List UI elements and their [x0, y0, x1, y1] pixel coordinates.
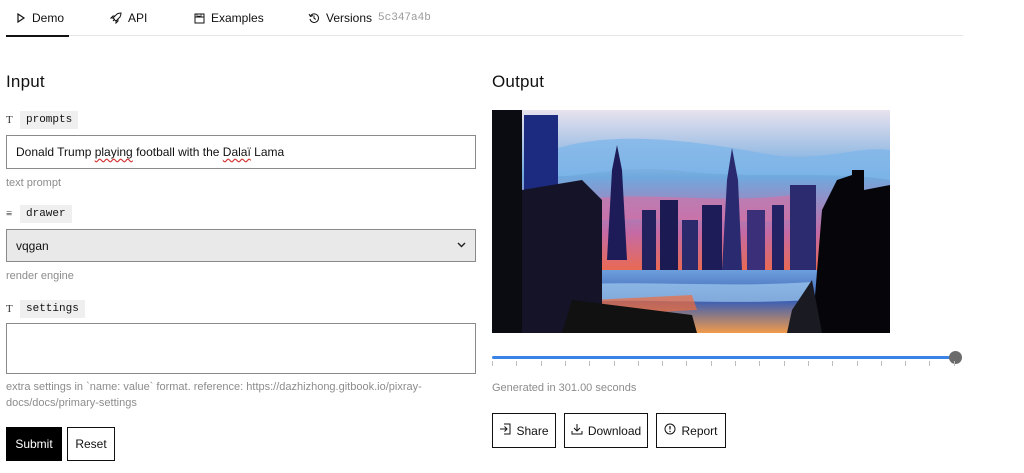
tab-label: API [128, 11, 148, 25]
share-icon [499, 423, 511, 438]
drawer-help: render engine [6, 270, 74, 282]
slider-tick [637, 361, 639, 366]
prompt-text: Donald Trump playing football with the D… [16, 145, 285, 159]
slider-tick [492, 361, 493, 366]
image-icon [194, 13, 205, 24]
submit-button[interactable]: Submit [6, 427, 62, 461]
input-heading: Input [6, 72, 45, 91]
slider-tick [880, 361, 882, 366]
slider-track[interactable] [492, 356, 954, 359]
slider-tick [516, 361, 518, 366]
slider-tick [589, 361, 591, 366]
list-type-icon: ≡ [6, 208, 13, 220]
text-type-icon: T [6, 114, 13, 126]
slider-tick [783, 361, 785, 366]
slider-tick [564, 361, 566, 366]
settings-label: T settings [6, 300, 85, 318]
text-type-icon: T [6, 303, 13, 315]
slider-tick [662, 361, 664, 366]
tab-bar: Demo API Examples Versions 5c347a4b [5, 0, 963, 37]
settings-input[interactable] [6, 323, 476, 374]
prompts-input[interactable]: Donald Trump playing football with the D… [6, 135, 476, 169]
slider-ticks [492, 361, 957, 369]
tab-label: Versions [326, 11, 373, 25]
slider-tick [710, 361, 712, 366]
share-label: Share [516, 423, 549, 438]
report-label: Report [681, 423, 718, 438]
tab-demo[interactable]: Demo [5, 0, 70, 37]
slider-tick [832, 361, 834, 366]
slider-tick [759, 361, 761, 366]
download-icon [571, 423, 583, 438]
reset-button[interactable]: Reset [67, 427, 115, 461]
history-icon [308, 12, 320, 24]
prompts-label: T prompts [6, 111, 79, 129]
rocket-icon [110, 12, 122, 24]
output-heading: Output [492, 72, 545, 91]
alert-icon [664, 423, 676, 438]
slider-tick [735, 361, 736, 366]
report-button[interactable]: Report [656, 413, 726, 448]
tab-label: Examples [211, 11, 264, 25]
settings-help: extra settings in `name: value` format. … [6, 381, 422, 409]
slider-tick [856, 361, 858, 366]
play-icon [16, 13, 26, 23]
field-name: drawer [20, 205, 72, 223]
generated-time: Generated in 301.00 seconds [492, 382, 637, 394]
slider-tick [613, 361, 615, 366]
chevron-down-icon [457, 240, 466, 251]
share-button[interactable]: Share [492, 413, 556, 448]
slider-tick [953, 361, 955, 366]
slider-tick [540, 361, 542, 366]
drawer-value: vqgan [16, 238, 49, 253]
drawer-select[interactable]: vqgan [6, 229, 476, 262]
version-hash[interactable]: 5c347a4b [378, 12, 431, 24]
field-name: prompts [20, 111, 79, 129]
field-name: settings [20, 300, 85, 318]
output-image [492, 110, 890, 333]
tab-api[interactable]: API [110, 0, 147, 36]
slider-tick [905, 361, 907, 366]
prompts-help: text prompt [6, 177, 62, 189]
download-button[interactable]: Download [564, 413, 648, 448]
slider-tick [807, 361, 809, 366]
download-label: Download [587, 423, 642, 438]
tab-examples[interactable]: Examples [194, 0, 264, 36]
slider-tick [686, 361, 688, 366]
tab-label: Demo [32, 11, 65, 25]
slider-tick [929, 361, 931, 366]
drawer-label: ≡ drawer [6, 205, 72, 223]
tab-versions[interactable]: Versions 5c347a4b [308, 0, 431, 36]
